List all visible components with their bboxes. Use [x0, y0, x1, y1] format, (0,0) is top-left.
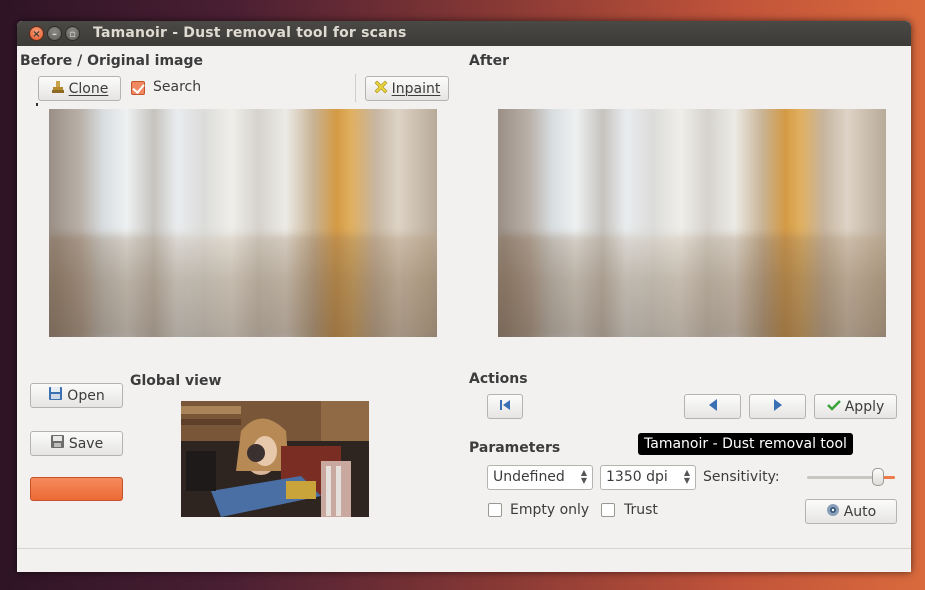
star-patch-icon [374, 80, 388, 98]
title-bar[interactable]: × – ▫ Tamanoir - Dust removal tool for s… [17, 21, 911, 46]
close-window-button[interactable]: × [29, 26, 44, 41]
progress-button[interactable] [30, 477, 123, 501]
save-disk-icon [50, 434, 65, 453]
global-view-title: Global view [130, 373, 222, 389]
sensitivity-label: Sensitivity: [703, 469, 780, 485]
sensitivity-slider-knob[interactable] [871, 468, 884, 486]
spin-arrows-icon: ▲ ▼ [580, 468, 587, 485]
resolution-value: 1350 dpi [606, 469, 668, 485]
maximize-window-button[interactable]: ▫ [65, 26, 80, 41]
save-button-label: Save [68, 435, 104, 452]
before-image[interactable] [49, 109, 437, 337]
apply-button-label: Apply [844, 398, 885, 415]
global-view-thumbnail[interactable] [181, 401, 369, 517]
status-bar [17, 549, 911, 572]
auto-button-label: Auto [843, 503, 877, 520]
actions-title: Actions [469, 371, 528, 387]
triangle-left-icon [707, 398, 719, 416]
save-button[interactable]: Save [30, 431, 123, 456]
minimize-window-button[interactable]: – [47, 26, 62, 41]
search-checkbox[interactable] [131, 81, 145, 95]
auto-button[interactable]: Auto [805, 499, 897, 524]
checkmark-icon [826, 399, 841, 415]
after-image[interactable] [498, 109, 886, 337]
toolbar-separator [355, 74, 356, 102]
stamp-icon [51, 80, 65, 98]
clone-button-label: Clone [68, 80, 109, 97]
open-button[interactable]: Open [30, 383, 123, 408]
after-panel-title: After [469, 53, 510, 69]
tooltip: Tamanoir - Dust removal tool [638, 433, 853, 455]
auto-gear-icon [826, 503, 840, 521]
apply-button[interactable]: Apply [814, 394, 897, 419]
trust-checkbox[interactable] [601, 503, 615, 517]
open-button-label: Open [67, 387, 105, 404]
clone-button[interactable]: Clone [38, 76, 121, 101]
first-button[interactable] [487, 394, 523, 419]
spin-arrows-icon: ▲ ▼ [683, 468, 690, 485]
main-window: × – ▫ Tamanoir - Dust removal tool for s… [17, 21, 911, 572]
empty-only-label[interactable]: Empty only [510, 502, 589, 518]
window-title: Tamanoir - Dust removal tool for scans [93, 25, 407, 41]
cursor-mark [36, 103, 38, 106]
inpaint-button-label: Inpaint [391, 80, 441, 97]
search-checkbox-label[interactable]: Search [153, 79, 201, 95]
previous-button[interactable] [684, 394, 741, 419]
skip-first-icon [498, 398, 512, 416]
floppy-icon [48, 386, 63, 405]
film-type-value: Undefined [493, 469, 565, 485]
inpaint-button[interactable]: Inpaint [365, 76, 449, 101]
film-type-combo[interactable]: Undefined ▲ ▼ [487, 465, 593, 490]
parameters-title: Parameters [469, 440, 561, 456]
empty-only-checkbox[interactable] [488, 503, 502, 517]
resolution-combo[interactable]: 1350 dpi ▲ ▼ [600, 465, 696, 490]
before-panel-title: Before / Original image [20, 53, 203, 69]
trust-label[interactable]: Trust [624, 502, 658, 518]
triangle-right-icon [772, 398, 784, 416]
next-button[interactable] [749, 394, 806, 419]
